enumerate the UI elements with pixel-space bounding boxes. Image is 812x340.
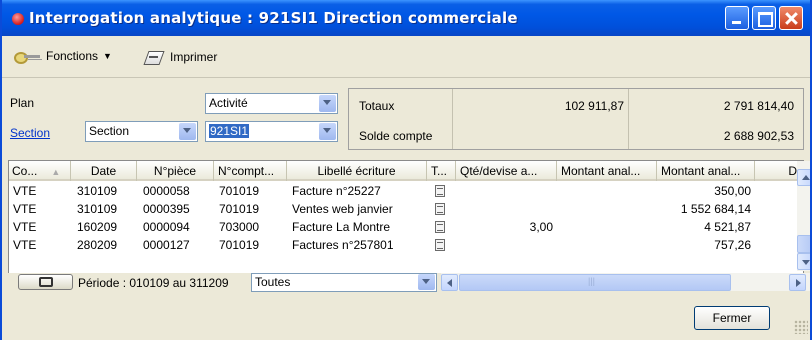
print-icon bbox=[144, 48, 164, 66]
sort-up-icon: ▲ bbox=[51, 167, 61, 177]
chevron-down-icon[interactable] bbox=[319, 95, 336, 112]
totaux-credit-value: 2 791 814,40 bbox=[723, 99, 794, 113]
fonctions-menu-button[interactable]: Fonctions ▼ bbox=[14, 48, 112, 64]
cell-date: 160209 bbox=[77, 220, 118, 234]
vertical-scrollbar[interactable] bbox=[797, 161, 810, 271]
cell-code: VTE bbox=[13, 184, 37, 198]
column-header-code[interactable]: Co... ▲ bbox=[9, 161, 71, 181]
plan-select[interactable]: Activité bbox=[205, 93, 338, 114]
imprimer-button[interactable]: Imprimer bbox=[144, 48, 217, 66]
divider bbox=[628, 89, 629, 149]
cell-libelle: Factures n°257801 bbox=[292, 238, 394, 252]
fonctions-label: Fonctions bbox=[46, 49, 99, 63]
period-button[interactable] bbox=[18, 274, 73, 290]
cell-date: 280209 bbox=[77, 238, 118, 252]
cell-montant: 1 552 684,14 bbox=[680, 202, 751, 216]
minimize-button[interactable] bbox=[725, 6, 749, 30]
table-row[interactable]: VTE 160209 0000094 703000 Facture La Mon… bbox=[9, 218, 795, 236]
column-header-libelle[interactable]: Libellé écriture bbox=[287, 161, 427, 181]
column-header-date[interactable]: Date bbox=[71, 161, 137, 181]
column-header-piece[interactable]: N°pièce bbox=[137, 161, 214, 181]
cell-piece: 0000058 bbox=[143, 184, 190, 198]
scroll-down-button[interactable] bbox=[797, 253, 810, 270]
table-row[interactable] bbox=[9, 254, 795, 272]
chevron-down-icon[interactable] bbox=[179, 123, 196, 140]
title-bar[interactable]: Interrogation analytique : 921SI1 Direct… bbox=[2, 0, 810, 36]
column-header-compte[interactable]: N°compt... bbox=[214, 161, 287, 181]
totals-panel: Totaux 102 911,87 2 791 814,40 Solde com… bbox=[348, 88, 804, 150]
document-icon[interactable] bbox=[435, 185, 445, 197]
column-header-qte[interactable]: Qté/devise a... bbox=[456, 161, 557, 181]
cell-piece: 0000395 bbox=[143, 202, 190, 216]
window-title: Interrogation analytique : 921SI1 Direct… bbox=[29, 9, 518, 27]
cell-libelle: Facture n°25227 bbox=[292, 184, 381, 198]
document-icon[interactable] bbox=[435, 221, 445, 233]
imprimer-label: Imprimer bbox=[170, 50, 218, 64]
chevron-down-icon[interactable] bbox=[319, 123, 336, 140]
period-text: Période : 010109 au 311209 bbox=[78, 276, 229, 290]
keys-icon bbox=[14, 48, 40, 64]
scroll-left-button[interactable] bbox=[441, 274, 458, 291]
toolbar: Fonctions ▼ Imprimer bbox=[2, 36, 810, 78]
cell-libelle: Ventes web janvier bbox=[292, 202, 393, 216]
section-link[interactable]: Section bbox=[10, 126, 50, 140]
cell-code: VTE bbox=[13, 238, 37, 252]
scroll-up-button[interactable] bbox=[797, 169, 810, 186]
cell-code: VTE bbox=[13, 202, 37, 216]
entries-table[interactable]: Co... ▲ Date N°pièce N°compt... Libellé é… bbox=[8, 160, 804, 287]
column-header-montant-2[interactable]: Montant anal... bbox=[657, 161, 755, 181]
scroll-thumb[interactable] bbox=[797, 235, 810, 253]
horizontal-scrollbar[interactable] bbox=[441, 273, 810, 291]
section-type-value: Section bbox=[89, 124, 130, 138]
cell-date: 310109 bbox=[77, 202, 118, 216]
cell-compte: 701019 bbox=[219, 202, 260, 216]
status-strip: Période : 010109 au 311209 Toutes bbox=[8, 273, 810, 293]
totaux-debit-value: 102 911,87 bbox=[564, 99, 624, 113]
cell-code: VTE bbox=[13, 220, 37, 234]
section-select-value: 921SI1 bbox=[209, 124, 250, 138]
solde-value: 2 688 902,53 bbox=[723, 129, 794, 143]
column-header-type[interactable]: T... bbox=[427, 161, 456, 181]
solde-label: Solde compte bbox=[359, 129, 433, 143]
cell-montant: 350,00 bbox=[714, 184, 751, 198]
cell-montant: 4 521,87 bbox=[704, 220, 751, 234]
section-type-select[interactable]: Section bbox=[85, 121, 198, 142]
column-header-montant-1[interactable]: Montant anal... bbox=[557, 161, 657, 181]
cell-compte: 701019 bbox=[219, 238, 260, 252]
cell-compte: 701019 bbox=[219, 184, 260, 198]
table-row[interactable]: VTE 280209 0000127 701019 Factures n°257… bbox=[9, 236, 795, 254]
fermer-button[interactable]: Fermer bbox=[694, 306, 770, 330]
app-icon bbox=[12, 13, 24, 25]
chevron-down-icon[interactable] bbox=[418, 274, 435, 290]
app-window: Interrogation analytique : 921SI1 Direct… bbox=[0, 0, 812, 340]
cell-montant: 757,26 bbox=[714, 238, 751, 252]
chevron-down-icon: ▼ bbox=[103, 51, 112, 61]
close-window-button[interactable] bbox=[779, 6, 803, 30]
entries-filter-select[interactable]: Toutes bbox=[251, 273, 437, 292]
plan-select-value: Activité bbox=[209, 96, 248, 110]
table-header: Co... ▲ Date N°pièce N°compt... Libellé é… bbox=[9, 161, 803, 181]
cell-date: 310109 bbox=[77, 184, 118, 198]
document-icon[interactable] bbox=[435, 203, 445, 215]
divider bbox=[452, 89, 453, 149]
plan-label: Plan bbox=[10, 96, 35, 110]
cell-libelle: Facture La Montre bbox=[292, 220, 391, 234]
binoculars-icon bbox=[39, 277, 53, 287]
totaux-label: Totaux bbox=[359, 99, 395, 113]
scroll-right-button[interactable] bbox=[789, 274, 806, 291]
document-icon[interactable] bbox=[435, 239, 445, 251]
cell-piece: 0000127 bbox=[143, 238, 190, 252]
section-select[interactable]: 921SI1 bbox=[205, 121, 338, 142]
table-row[interactable]: VTE 310109 0000395 701019 Ventes web jan… bbox=[9, 200, 795, 218]
cell-piece: 0000094 bbox=[143, 220, 190, 234]
table-row[interactable]: VTE 310109 0000058 701019 Facture n°2522… bbox=[9, 182, 795, 200]
horizontal-scroll-thumb[interactable] bbox=[459, 274, 731, 291]
cell-qte: 3,00 bbox=[529, 220, 553, 234]
cell-compte: 703000 bbox=[219, 220, 260, 234]
resize-grip[interactable] bbox=[794, 320, 808, 334]
entries-filter-value: Toutes bbox=[255, 275, 291, 289]
maximize-button[interactable] bbox=[752, 6, 776, 30]
